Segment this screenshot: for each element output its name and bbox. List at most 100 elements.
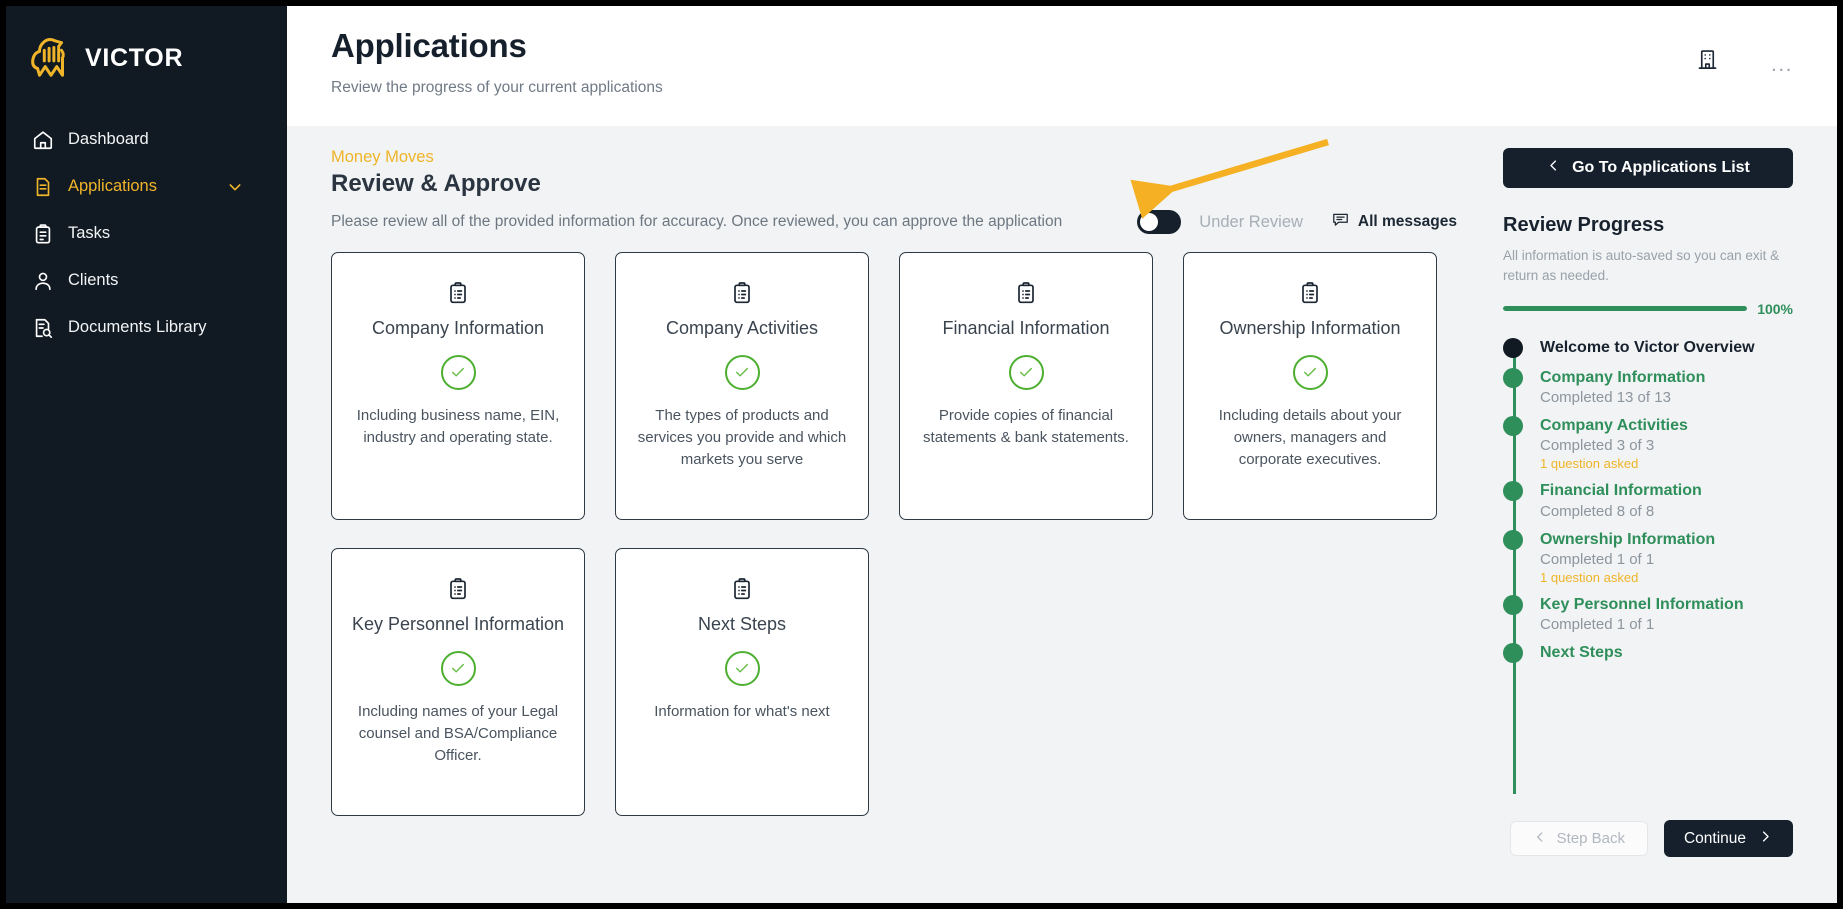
page-title: Applications	[331, 27, 527, 64]
header-actions: ...	[1696, 26, 1793, 126]
page-subtitle: Review the progress of your current appl…	[331, 78, 663, 96]
timeline-meta: Completed 1 of 1	[1540, 616, 1655, 634]
card-title: Next Steps	[697, 614, 787, 634]
clipboard-icon	[31, 222, 54, 245]
person-icon	[31, 269, 54, 292]
sidebar-item-label: Applications	[68, 177, 157, 195]
review-progress-panel: Go To Applications List Review Progress …	[1485, 148, 1837, 903]
section-card[interactable]: Key Personnel Information Including name…	[331, 548, 585, 816]
card-description: Including business name, EIN, industry a…	[356, 406, 560, 446]
timeline-item[interactable]: Next Steps	[1503, 642, 1793, 664]
clipboard-list-icon	[350, 279, 566, 307]
sidebar-item-tasks[interactable]: Tasks	[6, 210, 287, 257]
toggle-knob	[1140, 213, 1159, 231]
status-check-icon	[1008, 354, 1044, 390]
progress-bar-track	[1503, 306, 1748, 311]
clipboard-list-icon	[1202, 279, 1418, 307]
building-icon[interactable]	[1696, 48, 1719, 71]
sidebar-item-documents-library[interactable]: Documents Library	[6, 304, 287, 351]
continue-label: Continue	[1683, 829, 1746, 847]
card-description: Including names of your Legal counsel an…	[357, 702, 559, 764]
timeline-label: Next Steps	[1540, 644, 1623, 662]
sidebar-item-applications[interactable]: Applications	[6, 163, 287, 210]
step-back-label: Step Back	[1556, 830, 1625, 847]
step-back-button[interactable]: Step Back	[1509, 821, 1648, 856]
timeline-dot-current	[1503, 337, 1523, 358]
status-check-icon	[724, 650, 760, 686]
go-to-applications-list-button[interactable]: Go To Applications List	[1503, 148, 1793, 188]
under-review-toggle[interactable]	[1137, 210, 1182, 234]
document-icon	[31, 175, 54, 198]
progress-bar-row: 100%	[1503, 301, 1793, 317]
sidebar-item-dashboard[interactable]: Dashboard	[6, 116, 287, 163]
progress-bar-fill	[1503, 306, 1748, 311]
timeline-dot-done	[1503, 529, 1523, 550]
timeline-note: 1 question asked	[1540, 456, 1639, 472]
timeline-dot-done	[1503, 594, 1523, 615]
timeline-item[interactable]: Ownership Information Completed 1 of 1 1…	[1503, 529, 1793, 585]
toggle-label: Under Review	[1199, 212, 1303, 231]
card-title: Financial Information	[942, 318, 1110, 338]
status-check-icon	[1292, 354, 1328, 390]
timeline-meta: Completed 1 of 1	[1540, 550, 1655, 568]
timeline-label: Financial Information	[1540, 482, 1702, 500]
timeline-label: Company Activities	[1540, 417, 1688, 435]
all-messages-link[interactable]: All messages	[1331, 210, 1457, 234]
review-approve-panel: Money Moves Review & Approve Please revi…	[287, 148, 1485, 903]
timeline-item[interactable]: Financial Information Completed 8 of 8	[1503, 480, 1793, 520]
timeline-dot-done	[1503, 416, 1523, 437]
sidebar-nav: Dashboard Applications Tasks Clients Doc…	[6, 116, 287, 351]
section-card[interactable]: Next Steps Information for what's next	[615, 548, 869, 816]
timeline-item[interactable]: Company Information Completed 13 of 13	[1503, 367, 1793, 406]
progress-percent-label: 100%	[1757, 300, 1793, 317]
clipboard-list-icon	[918, 279, 1134, 307]
application-window: VICTOR Dashboard Applications Tasks Clie…	[6, 6, 1837, 903]
card-description: Information for what's next	[654, 702, 830, 720]
brand-logo[interactable]: VICTOR	[6, 24, 287, 86]
card-description: Including details about your owners, man…	[1218, 406, 1402, 468]
review-timeline: Welcome to Victor Overview Company Infor…	[1503, 337, 1793, 821]
wizard-footer-buttons: Step Back Continue	[1503, 820, 1793, 903]
section-card[interactable]: Financial Information Provide copies of …	[899, 252, 1153, 520]
timeline-item[interactable]: Welcome to Victor Overview	[1503, 337, 1793, 358]
section-description-row: Please review all of the provided inform…	[331, 210, 1467, 234]
timeline-note: 1 question asked	[1540, 569, 1639, 585]
section-title: Review & Approve	[331, 170, 541, 197]
card-title: Key Personnel Information	[351, 614, 565, 634]
page-header: Applications Review the progress of your…	[287, 6, 1837, 126]
home-icon	[31, 128, 54, 151]
timeline-label: Company Information	[1540, 368, 1706, 386]
brand-name: VICTOR	[85, 43, 184, 72]
timeline-item[interactable]: Key Personnel Information Completed 1 of…	[1503, 594, 1793, 633]
timeline-meta: Completed 13 of 13	[1540, 389, 1671, 407]
more-options-icon[interactable]: ...	[1771, 48, 1793, 75]
card-description: Provide copies of financial statements &…	[923, 406, 1129, 446]
section-cards-grid: Company Information Including business n…	[331, 252, 1467, 816]
status-check-icon	[724, 354, 760, 390]
sidebar: VICTOR Dashboard Applications Tasks Clie…	[6, 6, 287, 903]
sidebar-item-label: Documents Library	[68, 318, 207, 336]
card-title: Ownership Information	[1219, 318, 1401, 338]
clipboard-list-icon	[634, 279, 850, 307]
sidebar-item-clients[interactable]: Clients	[6, 257, 287, 304]
chevron-down-icon[interactable]	[227, 179, 243, 195]
chevron-right-icon	[1758, 829, 1773, 849]
sidebar-item-label: Clients	[68, 271, 119, 289]
review-progress-title: Review Progress	[1503, 214, 1665, 236]
section-card[interactable]: Company Information Including business n…	[331, 252, 585, 520]
sidebar-item-label: Tasks	[68, 224, 111, 242]
section-card[interactable]: Company Activities The types of products…	[615, 252, 869, 520]
go-to-applications-list-label: Go To Applications List	[1572, 159, 1750, 176]
continue-button[interactable]: Continue	[1663, 820, 1793, 857]
message-bubble-icon	[1331, 210, 1350, 234]
status-check-icon	[440, 650, 476, 686]
document-search-icon	[31, 316, 54, 339]
chevron-left-icon	[1546, 158, 1561, 178]
status-check-icon	[440, 354, 476, 390]
timeline-item[interactable]: Company Activities Completed 3 of 3 1 qu…	[1503, 415, 1793, 471]
all-messages-label: All messages	[1357, 213, 1457, 230]
timeline-label: Welcome to Victor Overview	[1540, 338, 1755, 356]
content-area: Money Moves Review & Approve Please revi…	[287, 126, 1837, 903]
section-card[interactable]: Ownership Information Including details …	[1183, 252, 1437, 520]
clipboard-list-icon	[350, 575, 566, 603]
